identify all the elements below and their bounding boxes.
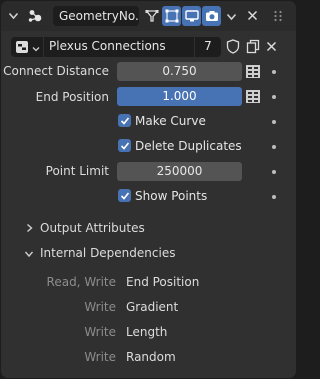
end-position-field[interactable]: 1.000 [117,87,242,106]
collapse-chevron-icon[interactable] [8,10,19,24]
end-position-label: End Position [35,90,109,104]
dependency-access: Write [84,300,116,314]
dependency-name: End Position [126,275,200,289]
on-cage-funnel-icon[interactable] [142,6,161,26]
point-limit-label: Point Limit [45,164,109,178]
node-tree-browse-button[interactable] [11,37,43,57]
dependency-name: Length [126,325,168,339]
browse-chevron-icon [32,42,40,56]
node-group-name-field[interactable]: GeometryNo... [53,6,139,26]
keyframe-dot[interactable] [272,70,276,74]
edit-mode-icon[interactable] [162,6,181,26]
keyframe-dot[interactable] [272,145,276,149]
dependency-name: Random [126,350,176,364]
close-icon[interactable] [247,10,258,24]
geometry-nodes-modifier-icon [26,7,44,28]
dependency-access: Write [84,325,116,339]
fake-user-shield-icon[interactable] [226,39,240,57]
attribute-toggle-icon[interactable] [245,64,261,82]
node-tree-icon [15,40,29,57]
dependency-name: Gradient [126,300,179,314]
internal-dependencies-section[interactable]: Internal Dependencies [1,242,296,264]
dependency-access: Read, Write [46,275,116,289]
camera-icon[interactable] [202,6,221,26]
drag-handle-icon[interactable] [273,10,283,25]
chevron-right-icon [25,222,34,236]
keyframe-dot[interactable] [272,120,276,124]
keyframe-dot[interactable] [272,195,276,199]
node-group-name-input[interactable]: Plexus Connections [44,37,194,57]
make-curve-label[interactable]: Make Curve [135,114,206,128]
unlink-close-icon[interactable] [266,41,277,55]
connect-distance-label: Connect Distance [3,64,109,78]
viewport-icon[interactable] [182,6,201,26]
modifier-panel: GeometryNo... Plexus Connections 7 Conne… [1,1,296,378]
user-count[interactable]: 7 [195,37,221,57]
show-points-label[interactable]: Show Points [135,189,207,203]
dropdown-chevron-icon[interactable] [226,11,237,25]
point-limit-field[interactable]: 250000 [117,162,242,181]
internal-dependencies-label: Internal Dependencies [40,246,176,260]
make-curve-checkbox[interactable] [118,114,131,127]
dependency-access: Write [84,350,116,364]
duplicate-icon[interactable] [246,39,260,57]
connect-distance-field[interactable]: 0.750 [117,62,242,81]
output-attributes-section[interactable]: Output Attributes [1,217,296,239]
keyframe-dot[interactable] [272,95,276,99]
keyframe-dot[interactable] [272,170,276,174]
delete-duplicates-checkbox[interactable] [118,139,131,152]
delete-duplicates-label[interactable]: Delete Duplicates [135,139,242,153]
attribute-toggle-icon[interactable] [245,89,261,107]
output-attributes-label: Output Attributes [40,221,145,235]
show-points-checkbox[interactable] [118,189,131,202]
chevron-down-icon [24,248,34,262]
